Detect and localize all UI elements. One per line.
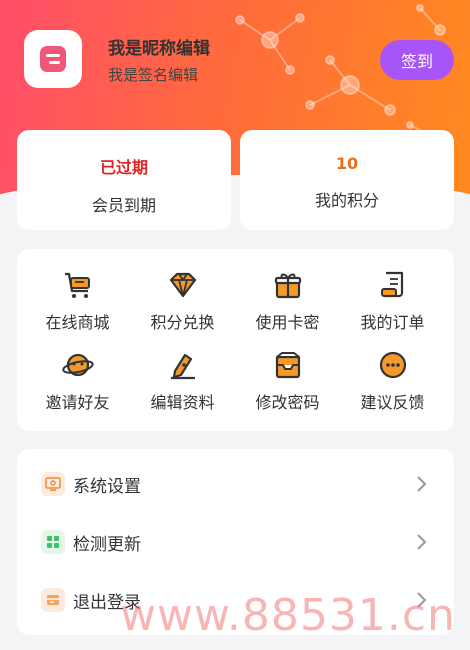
membership-status: 已过期 bbox=[99, 158, 148, 177]
menu-item-check-update[interactable]: 检测更新 bbox=[17, 513, 454, 571]
grid-item-edit-profile[interactable]: 编辑资料 bbox=[130, 349, 235, 419]
grid-label: 使用卡密 bbox=[255, 313, 320, 332]
pen-edit-icon bbox=[170, 353, 195, 380]
planet-icon bbox=[61, 353, 94, 377]
grid-item-change-password[interactable]: 修改密码 bbox=[235, 349, 340, 419]
grid-item-mall[interactable]: 在线商城 bbox=[25, 269, 130, 339]
settings-icon bbox=[41, 472, 65, 496]
grid-label: 邀请好友 bbox=[45, 393, 110, 412]
app-logo-icon bbox=[40, 46, 66, 72]
grid-label: 编辑资料 bbox=[150, 393, 215, 412]
membership-card[interactable]: 已过期 会员到期 bbox=[17, 130, 231, 230]
membership-label: 会员到期 bbox=[91, 196, 156, 215]
shopping-cart-icon bbox=[64, 272, 90, 298]
grid-item-card-key[interactable]: 使用卡密 bbox=[235, 269, 340, 339]
grid-label: 我的订单 bbox=[360, 313, 425, 332]
diamond-icon bbox=[169, 272, 196, 298]
grid-label: 积分兑换 bbox=[150, 313, 215, 332]
grid-apps-icon bbox=[41, 530, 65, 554]
avatar[interactable] bbox=[24, 30, 82, 88]
grid-label: 建议反馈 bbox=[360, 393, 425, 412]
signin-button[interactable]: 签到 bbox=[380, 40, 454, 80]
nickname[interactable]: 我是昵称编辑 bbox=[108, 34, 210, 59]
grid-item-orders[interactable]: 我的订单 bbox=[340, 269, 445, 339]
grid-label: 在线商城 bbox=[45, 313, 110, 332]
points-card[interactable]: 10 我的积分 bbox=[240, 130, 454, 230]
grid-label: 修改密码 bbox=[255, 393, 320, 412]
points-value: 10 bbox=[335, 154, 359, 173]
inbox-icon bbox=[275, 352, 300, 379]
signature[interactable]: 我是签名编辑 bbox=[108, 64, 198, 85]
feature-grid: 在线商城 积分兑换 使用卡密 我的订单 邀请好友 编辑资料 修改密码 建议反馈 bbox=[17, 249, 454, 431]
chevron-right-icon bbox=[417, 534, 427, 550]
logout-icon bbox=[41, 588, 65, 612]
grid-item-feedback[interactable]: 建议反馈 bbox=[340, 349, 445, 419]
watermark: www.88531.cn bbox=[120, 590, 456, 641]
receipt-icon bbox=[380, 271, 403, 298]
grid-item-points-exchange[interactable]: 积分兑换 bbox=[130, 269, 235, 339]
chat-bubble-icon bbox=[379, 351, 406, 379]
menu-label: 系统设置 bbox=[73, 476, 141, 497]
chevron-right-icon bbox=[417, 476, 427, 492]
points-label: 我的积分 bbox=[314, 191, 379, 210]
menu-label: 检测更新 bbox=[73, 534, 141, 555]
grid-item-invite[interactable]: 邀请好友 bbox=[25, 349, 130, 419]
gift-icon bbox=[274, 273, 301, 299]
menu-item-system-settings[interactable]: 系统设置 bbox=[17, 455, 454, 513]
